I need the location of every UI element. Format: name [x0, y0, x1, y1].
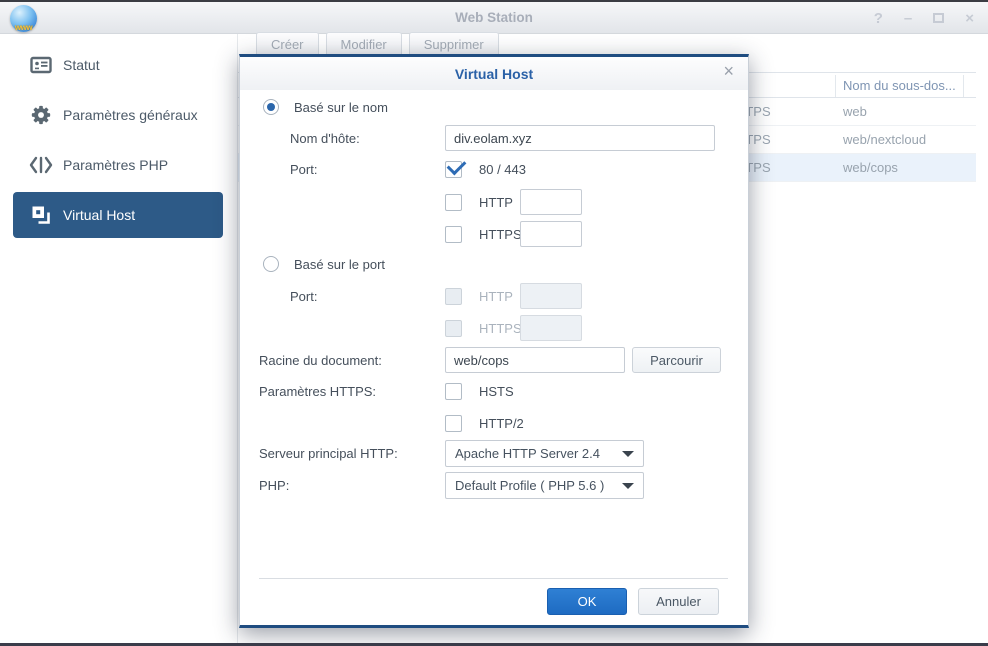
sidebar-item-label: Statut: [63, 57, 100, 73]
http-port-checkbox-disabled: [445, 288, 462, 305]
sidebar-item-virtual-host[interactable]: Virtual Host: [13, 192, 223, 238]
php-row: PHP: Default Profile ( PHP 5.6 ): [259, 472, 729, 499]
sidebar-item-parametres-php[interactable]: Paramètres PHP: [13, 142, 223, 188]
close-icon[interactable]: ×: [965, 11, 974, 26]
https-settings-label: Paramètres HTTPS:: [259, 384, 445, 399]
browse-button[interactable]: Parcourir: [632, 347, 721, 373]
column-header-subfolder[interactable]: Nom du sous-dos...: [843, 78, 956, 93]
virtual-host-icon: [28, 204, 54, 226]
dialog-body: Basé sur le nom Nom d'hôte: Port: 80 / 4…: [240, 90, 748, 625]
document-root-input[interactable]: [445, 347, 625, 373]
minimize-icon[interactable]: –: [904, 11, 912, 26]
subfolder-cell: web/nextcloud: [843, 132, 926, 147]
web-station-window: www Web Station ? – ×: [0, 0, 988, 646]
port-label: Port:: [259, 162, 445, 177]
hostname-row: Nom d'hôte:: [259, 125, 729, 151]
cancel-button[interactable]: Annuler: [638, 588, 719, 615]
status-card-icon: [28, 54, 54, 76]
subfolder-cell: web: [843, 104, 867, 119]
http-port-row: HTTP: [259, 189, 729, 215]
php-select-value: Default Profile ( PHP 5.6 ): [455, 478, 604, 493]
http-port-input[interactable]: [520, 189, 582, 215]
https-port-row: HTTPS: [259, 221, 729, 247]
gear-icon: [28, 104, 54, 126]
php-label: PHP:: [259, 478, 445, 493]
backend-row: Serveur principal HTTP: Apache HTTP Serv…: [259, 440, 729, 467]
http2-checkbox[interactable]: [445, 415, 462, 432]
https-port-input-disabled: [520, 315, 582, 341]
port-default-row: Port: 80 / 443: [259, 158, 729, 180]
document-root-row: Racine du document: Parcourir: [259, 347, 729, 373]
sidebar-item-label: Paramètres généraux: [63, 107, 198, 123]
chevron-down-icon: [622, 483, 634, 489]
http2-label: HTTP/2: [479, 416, 524, 431]
virtual-host-dialog: Virtual Host × Basé sur le nom Nom d'hôt…: [239, 54, 749, 628]
hostname-label: Nom d'hôte:: [259, 131, 445, 146]
hsts-checkbox[interactable]: [445, 383, 462, 400]
https-port-checkbox-disabled: [445, 320, 462, 337]
titlebar: www Web Station ? – ×: [0, 0, 988, 34]
sidebar-item-label: Paramètres PHP: [63, 157, 168, 173]
sidebar-item-statut[interactable]: Statut: [13, 42, 223, 88]
port-based-https-row: HTTPS: [259, 315, 729, 341]
dialog-title: Virtual Host: [455, 66, 533, 82]
radio-label: Basé sur le port: [294, 257, 385, 272]
port-default-label: 80 / 443: [479, 162, 526, 177]
https-port-checkbox[interactable]: [445, 226, 462, 243]
subfolder-cell: web/cops: [843, 160, 898, 175]
help-icon[interactable]: ?: [874, 11, 883, 26]
hostname-input[interactable]: [445, 125, 715, 151]
column-divider: [835, 75, 836, 97]
https-port-input[interactable]: [520, 221, 582, 247]
sidebar-item-label: Virtual Host: [63, 207, 135, 223]
port-based-http-row: Port: HTTP: [259, 283, 729, 309]
dialog-close-icon[interactable]: ×: [723, 62, 734, 80]
port-label: Port:: [259, 289, 445, 304]
radio-port-based[interactable]: [263, 256, 279, 272]
backend-label: Serveur principal HTTP:: [259, 446, 445, 461]
window-controls: ? – ×: [874, 2, 974, 34]
backend-select[interactable]: Apache HTTP Server 2.4: [445, 440, 644, 467]
sidebar: Statut Paramètres généra: [0, 34, 238, 643]
code-icon: [28, 155, 54, 175]
http-port-label: HTTP: [479, 289, 520, 304]
footer-divider: [259, 578, 728, 579]
https-port-label: HTTPS: [479, 321, 520, 336]
radio-label: Basé sur le nom: [294, 100, 388, 115]
port-default-checkbox[interactable]: [445, 161, 462, 178]
ok-button[interactable]: OK: [547, 588, 627, 615]
php-select[interactable]: Default Profile ( PHP 5.6 ): [445, 472, 644, 499]
column-divider: [963, 75, 964, 97]
http-port-input-disabled: [520, 283, 582, 309]
http2-row: HTTP/2: [259, 412, 729, 434]
hsts-label: HSTS: [479, 384, 514, 399]
http-port-label: HTTP: [479, 195, 520, 210]
hsts-row: Paramètres HTTPS: HSTS: [259, 380, 729, 402]
dialog-header: Virtual Host ×: [240, 57, 748, 90]
radio-name-based[interactable]: [263, 99, 279, 115]
backend-select-value: Apache HTTP Server 2.4: [455, 446, 600, 461]
document-root-label: Racine du document:: [259, 353, 445, 368]
sidebar-item-parametres-generaux[interactable]: Paramètres généraux: [13, 92, 223, 138]
name-based-row: Basé sur le nom: [259, 96, 729, 118]
https-port-label: HTTPS: [479, 227, 520, 242]
chevron-down-icon: [622, 451, 634, 457]
http-port-checkbox[interactable]: [445, 194, 462, 211]
window-title: Web Station: [0, 10, 988, 25]
maximize-icon[interactable]: [933, 13, 944, 23]
port-based-row: Basé sur le port: [259, 253, 729, 275]
